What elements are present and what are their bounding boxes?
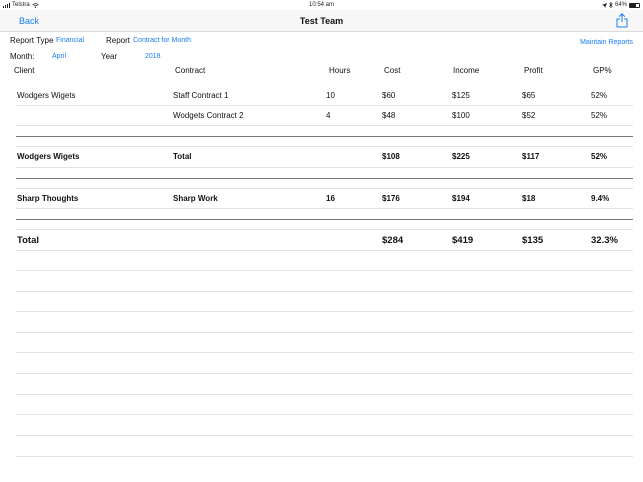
group-separator xyxy=(16,219,633,220)
status-time: 10:54 am xyxy=(308,2,335,8)
header-hours: Hours xyxy=(329,66,351,75)
cell-client: Total xyxy=(17,235,39,246)
empty-row-divider xyxy=(16,270,633,271)
bluetooth-icon xyxy=(609,2,613,8)
cell-income: $194 xyxy=(452,194,470,203)
cell-income: $225 xyxy=(452,152,470,161)
location-icon xyxy=(601,2,607,8)
cell-profit: $52 xyxy=(522,111,536,120)
cell-contract: Staff Contract 1 xyxy=(173,91,229,100)
cell-client: Sharp Thoughts xyxy=(17,194,79,203)
navigation-bar: Back Test Team xyxy=(0,10,643,32)
row-divider xyxy=(16,229,633,230)
cell-cost: $108 xyxy=(382,152,400,161)
cell-contract: Wodgets Contract 2 xyxy=(173,111,244,120)
cell-cost: $176 xyxy=(382,194,400,203)
cell-income: $100 xyxy=(452,111,470,120)
header-cost: Cost xyxy=(384,66,401,75)
cell-gp: 52% xyxy=(591,111,608,120)
empty-row-divider xyxy=(16,311,633,312)
month-selector[interactable]: April xyxy=(52,53,66,60)
header-profit: Profit xyxy=(524,66,543,75)
report-label: Report xyxy=(106,36,131,45)
battery-icon xyxy=(629,2,640,8)
row-divider xyxy=(16,188,633,189)
empty-row-divider xyxy=(16,332,633,333)
empty-row-divider xyxy=(16,373,633,374)
cell-cost: $48 xyxy=(382,111,396,120)
row-divider xyxy=(16,146,633,147)
row-divider xyxy=(16,250,633,251)
cell-hours: 4 xyxy=(326,111,331,120)
cell-income: $125 xyxy=(452,91,470,100)
cell-contract: Sharp Work xyxy=(173,194,218,203)
status-bar: Telstra 10:54 am 64% xyxy=(0,0,643,10)
report-type-label: Report Type xyxy=(10,36,54,45)
cell-hours: 10 xyxy=(326,91,335,100)
row-divider xyxy=(16,167,633,168)
battery-level-fill xyxy=(630,3,636,7)
report-selector[interactable]: Contract for Month xyxy=(133,37,191,44)
cell-gp: 52% xyxy=(591,152,608,161)
maintain-reports-link[interactable]: Maintain Reports xyxy=(580,39,633,46)
group-separator xyxy=(16,136,633,137)
cell-profit: $135 xyxy=(522,235,544,246)
year-label: Year xyxy=(101,52,118,61)
empty-row-divider xyxy=(16,435,633,436)
cell-client: Wodgers Wigets xyxy=(17,152,80,161)
cell-cost: $60 xyxy=(382,91,396,100)
empty-row-divider xyxy=(16,394,633,395)
group-separator xyxy=(16,178,633,179)
empty-row-divider xyxy=(16,352,633,353)
header-gp: GP% xyxy=(593,66,612,75)
report-filters: Report Type Financial Report Contract fo… xyxy=(0,33,643,63)
empty-row-divider xyxy=(16,456,633,457)
cell-profit: $117 xyxy=(522,152,540,161)
empty-row-divider xyxy=(16,291,633,292)
header-client: Client xyxy=(14,66,35,75)
cell-gp: 32.3% xyxy=(591,235,618,246)
row-divider xyxy=(16,105,633,106)
battery-percentage: 64% xyxy=(614,2,627,8)
header-contract: Contract xyxy=(175,66,206,75)
cell-income: $419 xyxy=(452,235,474,246)
cell-gp: 9.4% xyxy=(591,194,610,203)
year-selector[interactable]: 2018 xyxy=(145,53,161,60)
cell-profit: $65 xyxy=(522,91,536,100)
row-divider xyxy=(16,125,633,126)
row-divider xyxy=(16,208,633,209)
report-type-selector[interactable]: Financial xyxy=(56,37,84,44)
cell-client: Wodgers Wigets xyxy=(17,91,76,100)
share-icon[interactable] xyxy=(616,13,628,28)
header-income: Income xyxy=(453,66,480,75)
cell-gp: 52% xyxy=(591,91,608,100)
cell-contract: Total xyxy=(173,152,192,161)
month-label: Month: xyxy=(10,52,35,61)
cell-profit: $18 xyxy=(522,194,536,203)
page-title: Test Team xyxy=(299,16,344,26)
cell-cost: $284 xyxy=(382,235,404,246)
cell-hours: 16 xyxy=(326,194,335,203)
empty-row-divider xyxy=(16,414,633,415)
